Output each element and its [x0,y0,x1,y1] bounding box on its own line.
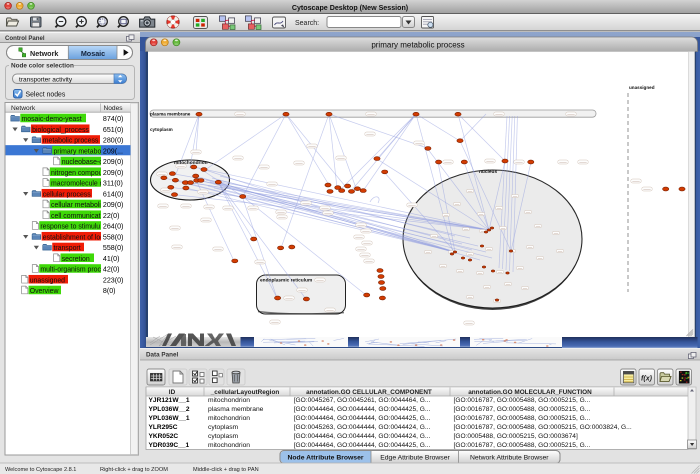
svg-text:YPL036W__2: YPL036W__2 [149,406,190,413]
svg-text:unassigned: unassigned [30,277,65,284]
svg-text:transport: transport [53,245,80,252]
svg-text:Control Panel: Control Panel [5,35,45,42]
svg-text:mitochondrion: mitochondrion [208,415,250,422]
svg-text:Node color selection: Node color selection [11,63,74,70]
svg-text:plasma membrane: plasma membrane [150,112,191,117]
svg-text:209(0): 209(0) [103,169,124,177]
svg-text:Select nodes: Select nodes [26,92,66,99]
svg-text:558(0): 558(0) [103,233,124,241]
svg-text:YKR052C: YKR052C [149,433,179,440]
svg-text:YLR295C: YLR295C [149,424,178,431]
svg-text:primary metabolic process: primary metabolic process [371,41,464,50]
svg-text:Network Attribute Browser: Network Attribute Browser [470,455,549,462]
svg-text:response to stimulu: response to stimulu [40,224,100,231]
svg-text:311(0): 311(0) [103,180,123,188]
svg-text:annotation.GO MOLECULAR_FUNCTI: annotation.GO MOLECULAR_FUNCTION [468,389,592,396]
svg-text:[GO:0044464, GO:0044444, GO:00: [GO:0044464, GO:0044444, GO:0044425, G..… [294,442,431,449]
svg-text:Data Panel: Data Panel [146,352,178,359]
svg-text:macromolecule m: macromolecule m [51,181,106,188]
svg-text:[GO:0016787, GO:0005488, GO:00: [GO:0016787, GO:0005488, GO:0005215, G..… [454,415,591,422]
svg-text:558(0): 558(0) [103,244,124,252]
svg-text:metabolic process: metabolic process [43,138,99,145]
svg-text:[GO:0044464, GO:0044444, GO:00: [GO:0044464, GO:0044444, GO:0044425, G..… [294,406,431,413]
svg-text:Cytoscape Desktop (New Session: Cytoscape Desktop (New Session) [292,4,409,12]
svg-text:YPL036W__1: YPL036W__1 [149,415,190,422]
svg-text:22(0): 22(0) [103,212,120,220]
svg-text:transporter activity: transporter activity [19,76,73,83]
svg-text:Node Attribute Browser: Node Attribute Browser [287,455,363,462]
svg-text:[GO:0044464, GO:0044444, GO:00: [GO:0044464, GO:0044444, GO:0044425, G..… [294,415,431,422]
svg-text:cellular metaboli: cellular metaboli [51,202,101,209]
svg-text:[GO:0005488, GO:0005215, GO:00: [GO:0005488, GO:0005215, GO:0003674] [454,433,578,440]
svg-text:annotation.GO CELLULAR_COMPONE: annotation.GO CELLULAR_COMPONENT [306,389,432,396]
svg-text:209(0): 209(0) [103,201,124,209]
svg-text:cellular process: cellular process [43,191,91,198]
svg-text:YJR121W__1: YJR121W__1 [149,397,190,404]
svg-text:Search:: Search: [295,20,319,27]
svg-text:8(0): 8(0) [103,287,116,295]
svg-text:cytoplasm: cytoplasm [150,127,173,132]
svg-text:651(0): 651(0) [103,126,124,134]
svg-text:biological_process: biological_process [32,127,89,134]
svg-text:[GO:0045267, GO:0045261, GO:00: [GO:0045267, GO:0045261, GO:0044464, G..… [294,397,431,404]
svg-text:Network: Network [30,49,58,58]
svg-text:42(0): 42(0) [103,266,120,274]
svg-text:874(0): 874(0) [103,115,124,123]
svg-text:[GO:0016787, GO:0005488, GO:00: [GO:0016787, GO:0005488, GO:0005215, G..… [454,406,591,413]
svg-text:[GO:0016787, GO:0005488, GO:00: [GO:0016787, GO:0005488, GO:0005215, G..… [454,397,591,404]
svg-text:secretion: secretion [62,256,90,263]
svg-text:nitrogen compoun: nitrogen compoun [51,170,106,177]
svg-text:209(0): 209(0) [103,158,124,166]
svg-text:Overview: Overview [30,288,59,295]
svg-text:mitochondrion: mitochondrion [208,397,250,404]
svg-text:280(0): 280(0) [103,137,124,145]
svg-text:Mosaic: Mosaic [81,49,105,58]
svg-text:cytoplasm: cytoplasm [208,433,239,440]
svg-text:mitochondrion: mitochondrion [174,160,208,166]
svg-text:[GO:0045263, GO:0044444, GO:00: [GO:0045263, GO:0044444, GO:0044424, G..… [294,424,431,431]
svg-text:[GO:0016787, GO:0005488, GO:00: [GO:0016787, GO:0005488, GO:0005215, GO:… [454,424,632,431]
svg-text:41(0): 41(0) [103,255,120,263]
svg-text:cell communicati: cell communicati [51,213,102,220]
svg-text:YDR039C__1: YDR039C__1 [149,442,190,449]
svg-text:cytoplasm: cytoplasm [208,424,239,431]
svg-text:614(0): 614(0) [103,190,124,198]
svg-text:establishment of loc: establishment of loc [43,234,104,241]
svg-text:Network: Network [11,105,36,112]
svg-text:unassigned: unassigned [629,85,655,90]
svg-text:_cellularLayoutRegion: _cellularLayoutRegion [210,389,280,396]
svg-text:plasma membrane: plasma membrane [208,406,264,413]
svg-text:endoplasmic reticulum: endoplasmic reticulum [260,278,312,284]
svg-text:mitochondrion: mitochondrion [208,442,250,449]
svg-text:ID: ID [169,389,176,396]
svg-text:223(0): 223(0) [103,276,124,284]
svg-text:Right-click + drag to ZOOM: Right-click + drag to ZOOM [100,467,168,473]
svg-text:[GO:0016787, GO:0005488, GO:00: [GO:0016787, GO:0005488, GO:0005215, G..… [454,442,591,449]
svg-text:f(x): f(x) [641,376,653,383]
svg-text:[GO:0044464, GO:0044444, GO:00: [GO:0044464, GO:0044444, GO:0044424, G..… [294,433,431,440]
svg-text:nucleus: nucleus [479,169,497,175]
svg-text:primary metabolic: primary metabolic [53,148,108,155]
svg-text:Welcome to Cytoscape 2.8.1: Welcome to Cytoscape 2.8.1 [5,467,76,473]
svg-text:209(...: 209(... [103,147,123,155]
svg-text:Nodes: Nodes [104,105,124,112]
svg-text:264(0): 264(0) [103,223,124,231]
svg-text:multi-organism proc: multi-organism proc [40,267,101,274]
svg-text:mosaic-demo-yeast: mosaic-demo-yeast [22,116,82,123]
svg-text:Edge Attribute Browser: Edge Attribute Browser [380,455,450,462]
svg-text:Middle-click + drag to PAN: Middle-click + drag to PAN [193,467,259,473]
